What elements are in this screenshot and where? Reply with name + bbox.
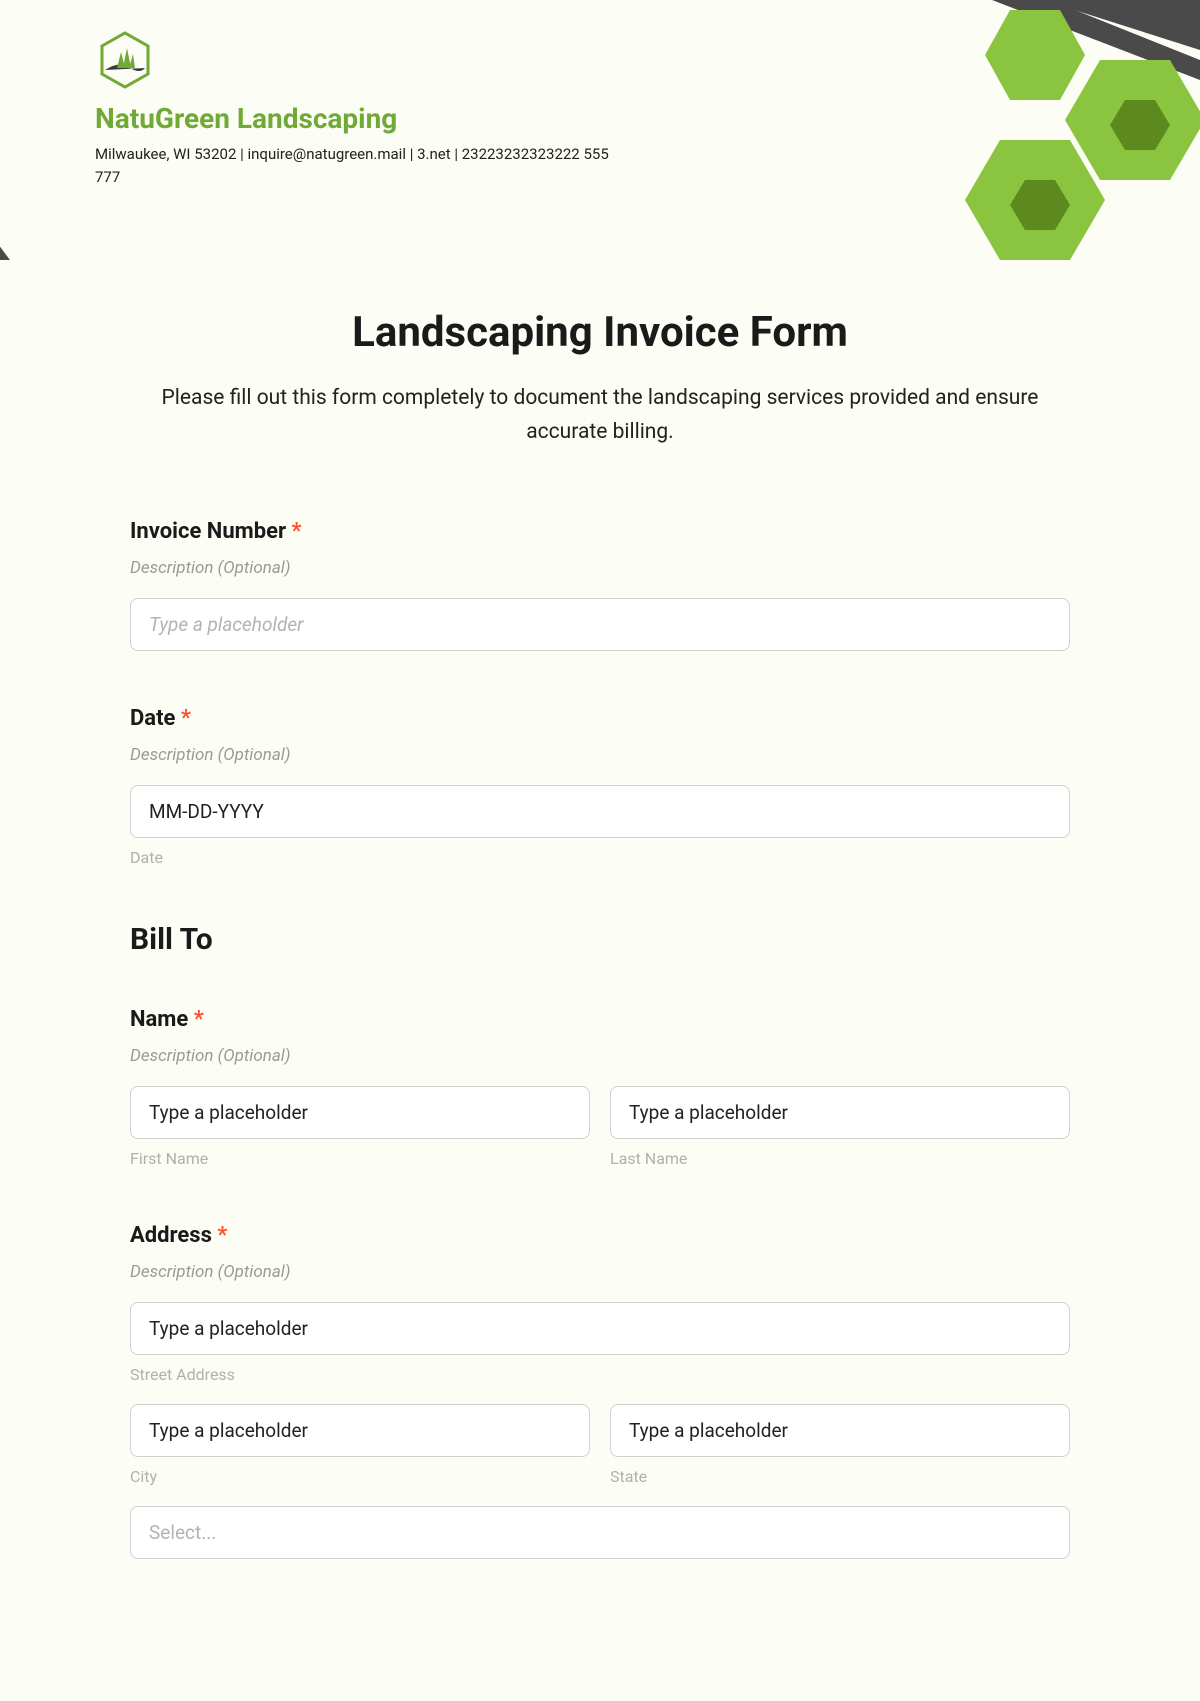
street-sublabel: Street Address: [130, 1365, 1070, 1384]
date-group: Date * Description (Optional) Date: [130, 706, 1070, 867]
state-input[interactable]: [610, 1404, 1070, 1457]
country-select[interactable]: Select...: [130, 1506, 1070, 1559]
required-mark: *: [217, 1223, 227, 1248]
date-input[interactable]: [130, 785, 1070, 838]
address-label-text: Address: [130, 1223, 212, 1248]
state-sublabel: State: [610, 1467, 1070, 1486]
invoice-number-label-text: Invoice Number: [130, 519, 286, 544]
date-sublabel: Date: [130, 848, 1070, 867]
form-container: Landscaping Invoice Form Please fill out…: [0, 208, 1200, 1559]
last-name-sublabel: Last Name: [610, 1149, 1070, 1168]
last-name-input[interactable]: [610, 1086, 1070, 1139]
invoice-number-group: Invoice Number * Description (Optional): [130, 519, 1070, 651]
address-desc: Description (Optional): [130, 1262, 1070, 1282]
required-mark: *: [291, 519, 301, 544]
name-group: Name * Description (Optional) First Name…: [130, 1007, 1070, 1168]
name-label-text: Name: [130, 1007, 188, 1032]
form-title: Landscaping Invoice Form: [130, 308, 1070, 357]
city-input[interactable]: [130, 1404, 590, 1457]
invoice-number-label: Invoice Number *: [130, 519, 1070, 544]
required-mark: *: [181, 706, 191, 731]
first-name-input[interactable]: [130, 1086, 590, 1139]
invoice-number-input[interactable]: [130, 598, 1070, 651]
company-name: NatuGreen Landscaping: [95, 102, 1105, 135]
address-label: Address *: [130, 1223, 1070, 1248]
header: NatuGreen Landscaping Milwaukee, WI 5320…: [0, 0, 1200, 208]
date-label: Date *: [130, 706, 1070, 731]
required-mark: *: [194, 1007, 204, 1032]
date-label-text: Date: [130, 706, 175, 731]
company-logo: [95, 30, 155, 90]
billto-heading: Bill To: [130, 922, 1070, 957]
invoice-desc: Description (Optional): [130, 558, 1070, 578]
form-subtitle: Please fill out this form completely to …: [130, 382, 1070, 449]
company-contact: Milwaukee, WI 53202 | inquire@natugreen.…: [95, 143, 615, 188]
city-sublabel: City: [130, 1467, 590, 1486]
name-label: Name *: [130, 1007, 1070, 1032]
name-desc: Description (Optional): [130, 1046, 1070, 1066]
address-group: Address * Description (Optional) Street …: [130, 1223, 1070, 1559]
date-desc: Description (Optional): [130, 745, 1070, 765]
street-address-input[interactable]: [130, 1302, 1070, 1355]
first-name-sublabel: First Name: [130, 1149, 590, 1168]
